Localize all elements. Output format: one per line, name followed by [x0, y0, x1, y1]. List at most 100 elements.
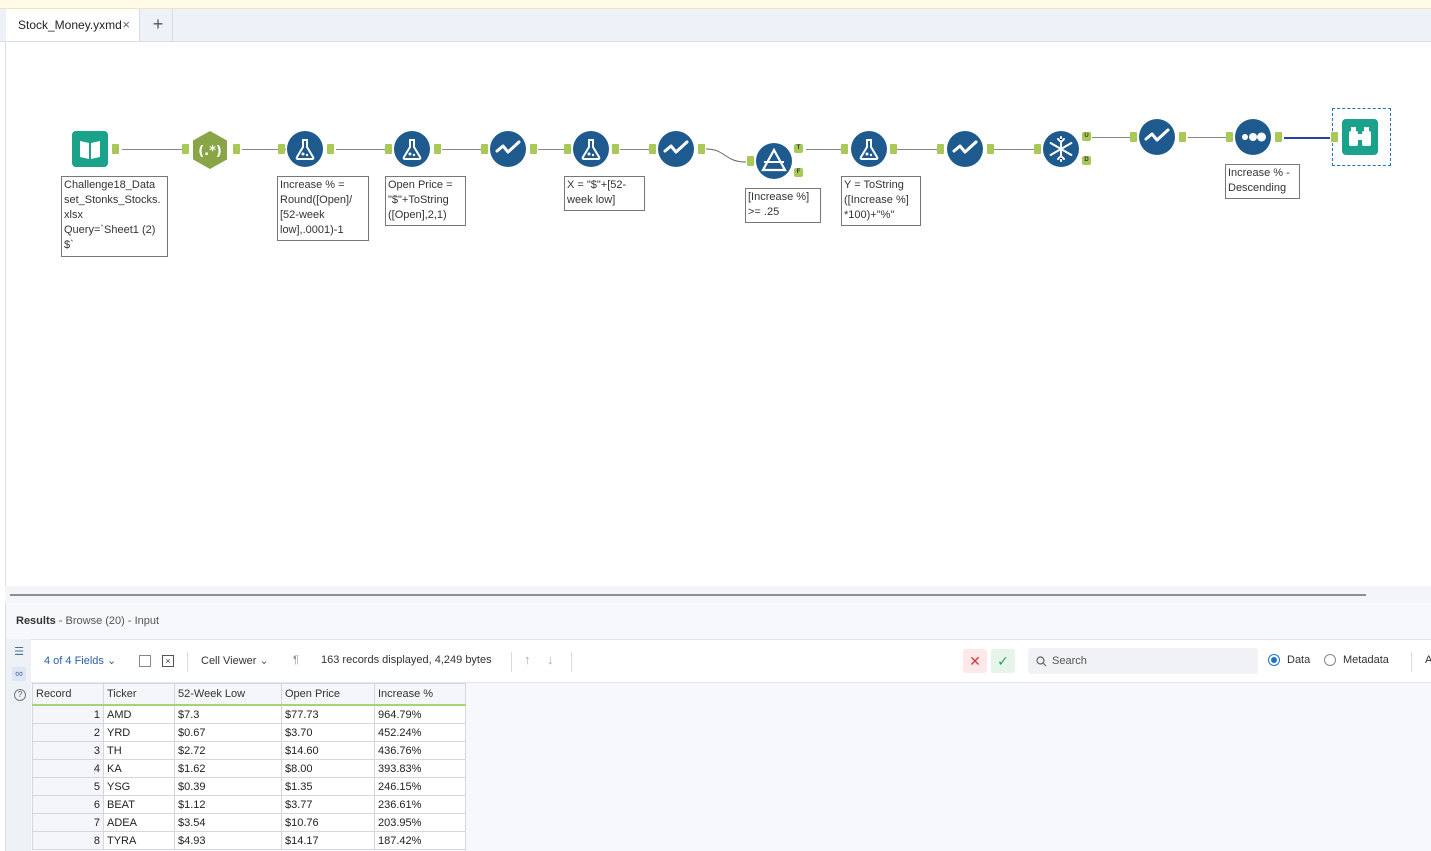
- check-icon[interactable]: ✓: [991, 649, 1015, 673]
- ticker-cell[interactable]: KA: [103, 759, 175, 778]
- column-header[interactable]: Ticker: [103, 683, 175, 706]
- search-input[interactable]: Search: [1028, 648, 1258, 674]
- input-anchor[interactable]: [481, 144, 488, 154]
- arrow-down-icon[interactable]: ↓: [547, 652, 554, 667]
- low-cell[interactable]: $4.93: [174, 831, 282, 850]
- close-x-icon[interactable]: ✕: [963, 649, 987, 673]
- increase-cell[interactable]: 236.61%: [374, 795, 466, 814]
- metadata-radio[interactable]: [1324, 654, 1336, 666]
- ticker-cell[interactable]: TYRA: [103, 831, 175, 850]
- help-icon[interactable]: ?: [14, 689, 26, 701]
- column-header[interactable]: Record: [32, 683, 104, 706]
- select-tool-3[interactable]: [947, 131, 983, 167]
- table-row[interactable]: 4 KA $1.62 $8.00 393.83%: [32, 759, 466, 778]
- output-anchor[interactable]: [233, 144, 240, 154]
- low-cell[interactable]: $3.54: [174, 813, 282, 832]
- close-tab-icon[interactable]: ×: [122, 9, 130, 41]
- select-tool-2[interactable]: [658, 131, 694, 167]
- low-cell[interactable]: $2.72: [174, 741, 282, 760]
- open-cell[interactable]: $3.77: [281, 795, 375, 814]
- low-cell[interactable]: $1.12: [174, 795, 282, 814]
- column-header[interactable]: Increase %: [374, 683, 466, 706]
- new-tab-button[interactable]: +: [144, 9, 173, 41]
- pilcrow-icon[interactable]: ¶: [293, 654, 299, 666]
- select-all-checkbox-icon[interactable]: [139, 655, 151, 667]
- table-row[interactable]: 7 ADEA $3.54 $10.76 203.95%: [32, 813, 466, 832]
- open-cell[interactable]: $10.76: [281, 813, 375, 832]
- input-anchor[interactable]: [937, 144, 944, 154]
- arrow-up-icon[interactable]: ↑: [524, 652, 531, 667]
- table-row[interactable]: 8 TYRA $4.93 $14.17 187.42%: [32, 831, 466, 850]
- list-icon[interactable]: ☰: [12, 645, 26, 659]
- ticker-cell[interactable]: YSG: [103, 777, 175, 796]
- ticker-cell[interactable]: YRD: [103, 723, 175, 742]
- ticker-cell[interactable]: BEAT: [103, 795, 175, 814]
- output-anchor[interactable]: [530, 144, 537, 154]
- increase-cell[interactable]: 964.79%: [374, 704, 466, 724]
- data-radio[interactable]: [1268, 654, 1280, 666]
- workflow-canvas[interactable]: (.*) T F U D Challenge18_Data set_Stonks…: [5, 42, 1431, 586]
- input-anchor[interactable]: [182, 144, 189, 154]
- input-anchor[interactable]: [278, 144, 285, 154]
- output-anchor[interactable]: [987, 144, 994, 154]
- table-row[interactable]: 6 BEAT $1.12 $3.77 236.61%: [32, 795, 466, 814]
- input-anchor[interactable]: [1331, 132, 1338, 142]
- duplicate-anchor[interactable]: D: [1082, 156, 1091, 165]
- open-cell[interactable]: $3.70: [281, 723, 375, 742]
- formula-tool-3[interactable]: [573, 131, 609, 167]
- output-anchor[interactable]: [327, 144, 334, 154]
- cell-viewer-dropdown[interactable]: Cell Viewer ⌄: [201, 654, 269, 667]
- increase-cell[interactable]: 436.76%: [374, 741, 466, 760]
- formula-tool-2[interactable]: [394, 131, 430, 167]
- table-row[interactable]: 5 YSG $0.39 $1.35 246.15%: [32, 777, 466, 796]
- output-anchor[interactable]: [890, 144, 897, 154]
- output-anchor[interactable]: [1275, 132, 1282, 142]
- ticker-cell[interactable]: ADEA: [103, 813, 175, 832]
- increase-cell[interactable]: 246.15%: [374, 777, 466, 796]
- input-anchor[interactable]: [1226, 132, 1233, 142]
- column-header[interactable]: 52-Week Low: [174, 683, 282, 706]
- ticker-cell[interactable]: AMD: [103, 704, 175, 724]
- low-cell[interactable]: $7.3: [174, 704, 282, 724]
- increase-cell[interactable]: 203.95%: [374, 813, 466, 832]
- open-cell[interactable]: $8.00: [281, 759, 375, 778]
- splitter-handle[interactable]: [10, 594, 1366, 596]
- open-cell[interactable]: $77.73: [281, 704, 375, 724]
- unique-anchor[interactable]: U: [1082, 132, 1091, 141]
- low-cell[interactable]: $0.67: [174, 723, 282, 742]
- low-cell[interactable]: $0.39: [174, 777, 282, 796]
- browse-tool[interactable]: [1342, 119, 1378, 155]
- input-anchor[interactable]: [841, 144, 848, 154]
- output-anchor[interactable]: [698, 144, 705, 154]
- output-anchor[interactable]: [434, 144, 441, 154]
- increase-cell[interactable]: 187.42%: [374, 831, 466, 850]
- open-cell[interactable]: $1.35: [281, 777, 375, 796]
- filter-tool[interactable]: [756, 143, 792, 179]
- input-anchor[interactable]: [1130, 132, 1137, 142]
- table-row[interactable]: 3 TH $2.72 $14.60 436.76%: [32, 741, 466, 760]
- fields-dropdown[interactable]: 4 of 4 Fields ⌄: [44, 654, 116, 667]
- panel-splitter[interactable]: [5, 586, 1431, 603]
- input-anchor[interactable]: [649, 144, 656, 154]
- output-anchor[interactable]: [612, 144, 619, 154]
- tab-stock-money[interactable]: Stock_Money.yxmd ×: [6, 9, 140, 41]
- deselect-all-icon[interactable]: ×: [162, 655, 174, 667]
- open-cell[interactable]: $14.17: [281, 831, 375, 850]
- input-anchor[interactable]: [1034, 144, 1041, 154]
- input-anchor[interactable]: [385, 144, 392, 154]
- select-tool-1[interactable]: [490, 131, 526, 167]
- sort-tool[interactable]: [1235, 119, 1271, 155]
- low-cell[interactable]: $1.62: [174, 759, 282, 778]
- true-anchor[interactable]: T: [794, 144, 803, 153]
- output-anchor[interactable]: [1179, 132, 1186, 142]
- input-anchor[interactable]: [564, 144, 571, 154]
- binoculars-icon[interactable]: ∞: [12, 667, 26, 681]
- increase-cell[interactable]: 452.24%: [374, 723, 466, 742]
- output-anchor[interactable]: [112, 144, 119, 154]
- ticker-cell[interactable]: TH: [103, 741, 175, 760]
- table-row[interactable]: 1 AMD $7.3 $77.73 964.79%: [32, 704, 466, 724]
- increase-cell[interactable]: 393.83%: [374, 759, 466, 778]
- false-anchor[interactable]: F: [794, 168, 803, 177]
- input-data-tool[interactable]: [72, 131, 108, 167]
- column-header[interactable]: Open Price: [281, 683, 375, 706]
